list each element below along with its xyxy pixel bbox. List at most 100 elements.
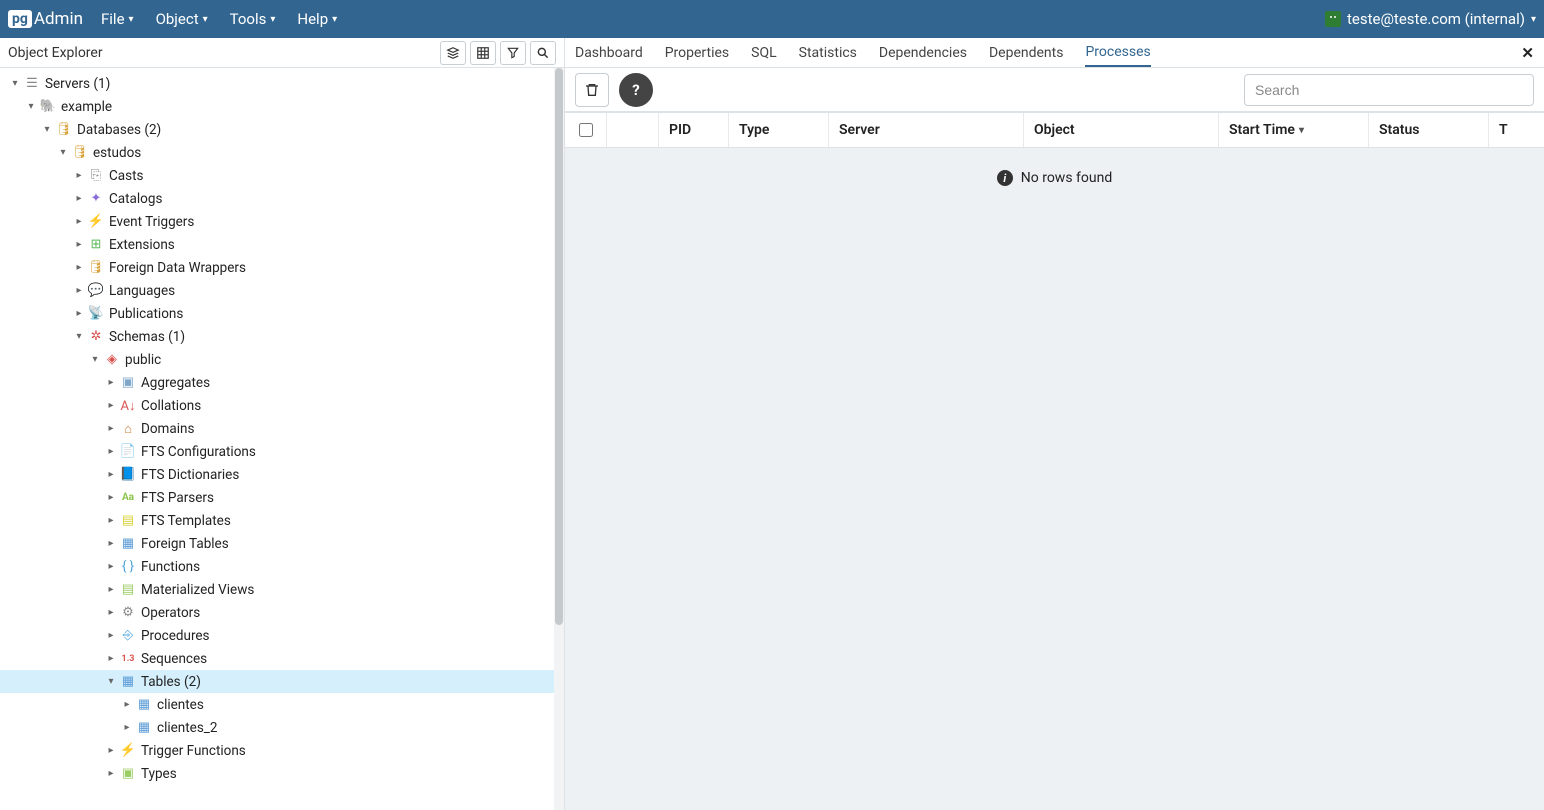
menu-help[interactable]: Help▾ [297, 10, 337, 28]
oe-search-button[interactable] [530, 41, 556, 65]
chevron-right-icon[interactable]: ▸ [104, 768, 118, 779]
close-panel-button[interactable]: ✕ [1521, 44, 1534, 62]
delete-button[interactable] [575, 73, 609, 107]
search-input[interactable] [1244, 74, 1534, 106]
column-type[interactable]: Type [729, 113, 829, 147]
tree-fdw[interactable]: ▸🛢Foreign Data Wrappers [0, 256, 564, 279]
chevron-right-icon[interactable]: ▸ [104, 745, 118, 756]
chevron-right-icon[interactable]: ▸ [72, 308, 86, 319]
tab-sql[interactable]: SQL [751, 40, 776, 66]
tree-sequences[interactable]: ▸1.3Sequences [0, 647, 564, 670]
help-button[interactable]: ? [619, 73, 653, 107]
chevron-right-icon[interactable]: ▸ [104, 607, 118, 618]
tree-event-triggers[interactable]: ▸⚡Event Triggers [0, 210, 564, 233]
tree-foreign-tables[interactable]: ▸▦Foreign Tables [0, 532, 564, 555]
tree-trigger-functions[interactable]: ▸⚡Trigger Functions [0, 739, 564, 762]
tree-table-clientes-2[interactable]: ▸▦clientes_2 [0, 716, 564, 739]
chevron-right-icon[interactable]: ▸ [72, 216, 86, 227]
tree-languages[interactable]: ▸💬Languages [0, 279, 564, 302]
chevron-right-icon[interactable]: ▸ [104, 515, 118, 526]
chevron-right-icon[interactable]: ▸ [120, 699, 134, 710]
chevron-right-icon[interactable]: ▸ [72, 262, 86, 273]
tree-db-estudos[interactable]: ▾🛢estudos [0, 141, 564, 164]
tree-scrollbar[interactable] [554, 68, 564, 810]
tree-schema-public[interactable]: ▾◈public [0, 348, 564, 371]
chevron-down-icon[interactable]: ▾ [8, 78, 22, 89]
chevron-right-icon[interactable]: ▸ [104, 446, 118, 457]
tree-collations[interactable]: ▸A↓Collations [0, 394, 564, 417]
main-panel: Dashboard Properties SQL Statistics Depe… [565, 38, 1544, 810]
oe-filter-button[interactable] [500, 41, 526, 65]
tree-functions[interactable]: ▸{ }Functions [0, 555, 564, 578]
select-all-checkbox[interactable] [579, 123, 593, 137]
tab-statistics[interactable]: Statistics [799, 40, 857, 66]
oe-layers-button[interactable] [440, 41, 466, 65]
chevron-right-icon[interactable]: ▸ [72, 193, 86, 204]
chevron-right-icon[interactable]: ▸ [72, 285, 86, 296]
tree-table-clientes[interactable]: ▸▦clientes [0, 693, 564, 716]
chevron-down-icon[interactable]: ▾ [88, 354, 102, 365]
tree-fts-templates[interactable]: ▸▤FTS Templates [0, 509, 564, 532]
tree-procedures[interactable]: ▸⎆Procedures [0, 624, 564, 647]
tab-dependencies[interactable]: Dependencies [879, 40, 967, 66]
menu-file[interactable]: File▾ [101, 10, 134, 28]
column-start-time[interactable]: Start Time▾ [1219, 113, 1369, 147]
tree-fts-parsers[interactable]: ▸AaFTS Parsers [0, 486, 564, 509]
database-icon: 🛢 [72, 145, 88, 161]
column-object[interactable]: Object [1024, 113, 1219, 147]
tree-fts-configurations[interactable]: ▸📄FTS Configurations [0, 440, 564, 463]
tree-databases[interactable]: ▾🛢Databases (2) [0, 118, 564, 141]
chevron-right-icon[interactable]: ▸ [104, 400, 118, 411]
chevron-down-icon[interactable]: ▾ [56, 147, 70, 158]
chevron-right-icon[interactable]: ▸ [72, 170, 86, 181]
tree-materialized-views[interactable]: ▸▤Materialized Views [0, 578, 564, 601]
tree-label: Procedures [141, 628, 210, 644]
tree-server-example[interactable]: ▾🐘example [0, 95, 564, 118]
user-menu[interactable]: teste@teste.com (internal) ▾ [1325, 10, 1536, 28]
tree-casts[interactable]: ▸⎘Casts [0, 164, 564, 187]
chevron-right-icon[interactable]: ▸ [104, 492, 118, 503]
tree-aggregates[interactable]: ▸▣Aggregates [0, 371, 564, 394]
scrollbar-thumb[interactable] [555, 68, 563, 625]
tree-schemas[interactable]: ▾✲Schemas (1) [0, 325, 564, 348]
object-tree[interactable]: ▾☰Servers (1) ▾🐘example ▾🛢Databases (2) … [0, 68, 564, 810]
column-partial[interactable]: T [1489, 113, 1544, 147]
tree-servers[interactable]: ▾☰Servers (1) [0, 72, 564, 95]
tree-types[interactable]: ▸▣Types [0, 762, 564, 785]
tab-dependents[interactable]: Dependents [989, 40, 1063, 66]
chevron-right-icon[interactable]: ▸ [104, 630, 118, 641]
event-trigger-icon: ⚡ [88, 214, 104, 230]
chevron-right-icon[interactable]: ▸ [104, 469, 118, 480]
menu-object[interactable]: Object▾ [156, 10, 208, 28]
tree-publications[interactable]: ▸📡Publications [0, 302, 564, 325]
chevron-right-icon[interactable]: ▸ [104, 584, 118, 595]
tree-fts-dictionaries[interactable]: ▸📘FTS Dictionaries [0, 463, 564, 486]
tree-domains[interactable]: ▸⌂Domains [0, 417, 564, 440]
chevron-right-icon[interactable]: ▸ [72, 239, 86, 250]
tab-processes[interactable]: Processes [1085, 39, 1150, 67]
chevron-right-icon[interactable]: ▸ [104, 377, 118, 388]
chevron-right-icon[interactable]: ▸ [104, 423, 118, 434]
column-server[interactable]: Server [829, 113, 1024, 147]
chevron-down-icon[interactable]: ▾ [72, 331, 86, 342]
tree-label: Trigger Functions [141, 743, 246, 759]
tree-operators[interactable]: ▸⚙Operators [0, 601, 564, 624]
tree-extensions[interactable]: ▸⊞Extensions [0, 233, 564, 256]
oe-grid-button[interactable] [470, 41, 496, 65]
tree-label: Casts [109, 168, 143, 184]
tab-dashboard[interactable]: Dashboard [575, 40, 643, 66]
chevron-right-icon[interactable]: ▸ [104, 653, 118, 664]
tree-tables[interactable]: ▾▦Tables (2) [0, 670, 564, 693]
chevron-right-icon[interactable]: ▸ [104, 538, 118, 549]
chevron-down-icon[interactable]: ▾ [40, 124, 54, 135]
tab-properties[interactable]: Properties [665, 40, 729, 66]
menu-tools[interactable]: Tools▾ [230, 10, 276, 28]
chevron-right-icon[interactable]: ▸ [120, 722, 134, 733]
chevron-right-icon[interactable]: ▸ [104, 561, 118, 572]
column-status[interactable]: Status [1369, 113, 1489, 147]
column-pid[interactable]: PID [659, 113, 729, 147]
column-select-all[interactable] [565, 113, 607, 147]
chevron-down-icon[interactable]: ▾ [104, 676, 118, 687]
tree-catalogs[interactable]: ▸✦Catalogs [0, 187, 564, 210]
chevron-down-icon[interactable]: ▾ [24, 101, 38, 112]
